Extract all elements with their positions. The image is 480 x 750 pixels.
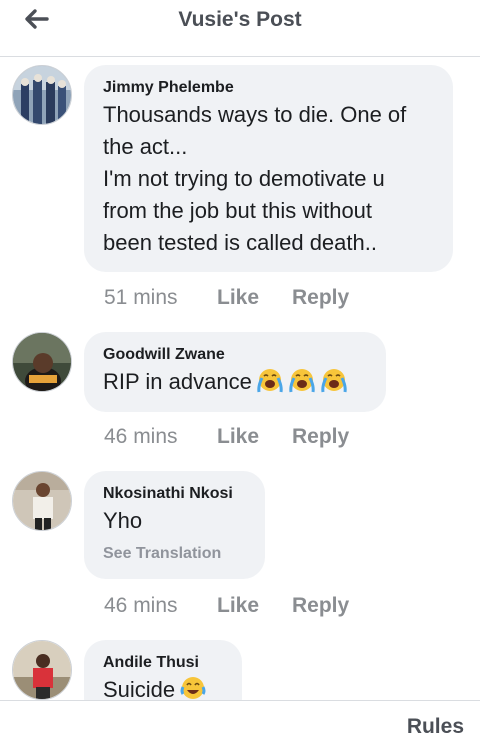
comment-actions: 46 mins Like Reply [104,425,349,449]
comment-time: 46 mins [104,594,178,617]
comment-text: RIP in advance [103,366,366,402]
comment-author[interactable]: Jimmy Phelembe [103,77,433,99]
like-button[interactable]: Like [217,594,292,618]
tears-of-joy-face-icon [179,675,207,700]
comment-list[interactable]: Jimmy Phelembe Thousands ways to die. On… [0,57,480,700]
rules-link[interactable]: Rules [407,715,464,739]
reply-button[interactable]: Reply [292,425,349,449]
comment-bubble: Nkosinathi Nkosi Yho See Translation [84,471,265,579]
post-header: Vusie's Post [0,0,480,57]
like-button[interactable]: Like [217,286,292,310]
comment-text: Suicide [103,674,222,700]
avatar[interactable] [12,471,72,531]
loudly-crying-face-icon [320,367,348,402]
like-button[interactable]: Like [217,425,292,449]
comment-text: Thousands ways to die. One of the act...… [103,102,407,255]
comment-actions: 51 mins Like Reply [104,286,349,310]
loudly-crying-face-icon [256,367,284,402]
footer-bar: Rules [0,700,480,750]
loudly-crying-face-icon [288,367,316,402]
comment-bubble: Andile Thusi Suicide [84,640,242,700]
comment-time: 46 mins [104,425,178,448]
avatar[interactable] [12,65,72,125]
page-title: Vusie's Post [178,8,302,31]
reply-button[interactable]: Reply [292,594,349,618]
comment-author[interactable]: Andile Thusi [103,652,222,674]
comment-text: Yho [103,508,143,533]
comment-author[interactable]: Nkosinathi Nkosi [103,483,245,505]
comment-time: 51 mins [104,286,178,309]
reply-button[interactable]: Reply [292,286,349,310]
avatar[interactable] [12,640,72,700]
avatar[interactable] [12,332,72,392]
see-translation-link[interactable]: See Translation [103,543,245,565]
comment-bubble: Jimmy Phelembe Thousands ways to die. On… [84,65,453,272]
comment-bubble: Goodwill Zwane RIP in advance [84,332,386,412]
comment-actions: 46 mins Like Reply [104,594,349,618]
comment-author[interactable]: Goodwill Zwane [103,344,366,366]
